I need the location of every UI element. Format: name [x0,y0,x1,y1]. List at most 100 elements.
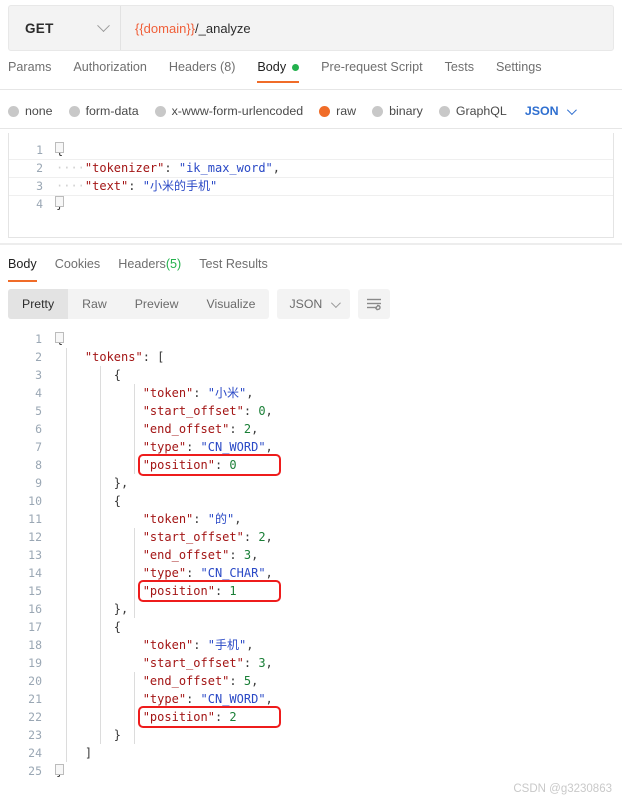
code-token: "end_offset" [142,422,230,436]
response-tab-label: Test Results [199,256,268,271]
code-token: 3 [243,548,252,562]
response-tab-body[interactable]: Body [8,254,37,282]
request-response-divider [0,243,622,245]
chevron-down-icon [566,104,577,115]
response-format-dropdown[interactable]: JSON [277,289,351,319]
code-line: 23 } [8,726,614,744]
response-tab-cookies[interactable]: Cookies [55,254,101,282]
code-text: ····"tokenizer": "ik_max_word", [56,159,280,177]
code-token: "position" [142,584,215,598]
code-text: "token": "小米", [56,384,254,402]
request-tab-authorization[interactable]: Authorization [73,60,147,83]
response-view-visualize[interactable]: Visualize [192,289,269,319]
code-token: "end_offset" [142,548,230,562]
line-number: 7 [35,440,42,454]
line-number: 2 [35,350,42,364]
line-number: 10 [28,494,42,508]
postman-window: GET {{domain}}/_analyze Params Authorizat… [0,0,622,801]
request-tab-body[interactable]: Body [257,60,300,83]
code-token: : [193,512,208,526]
wrap-lines-button[interactable] [358,289,391,319]
response-view-preview[interactable]: Preview [121,289,193,319]
code-line: 16 }, [8,600,614,618]
body-type-radio-none[interactable]: none [8,104,53,118]
response-view-raw[interactable]: Raw [68,289,121,319]
code-line: 24 ] [8,744,614,762]
code-token: 3 [258,656,266,670]
code-token: , [234,512,242,526]
request-tab-tests[interactable]: Tests [445,60,474,83]
body-type-radio-raw[interactable]: raw [319,104,356,118]
request-tab-label: Headers (8) [168,60,236,74]
chevron-down-icon [331,297,342,308]
code-line: 17 { [8,618,614,636]
http-method-dropdown[interactable]: GET [9,6,121,50]
code-token: , [265,566,273,580]
code-token: 2 [258,530,266,544]
radio-dot-icon [154,105,166,117]
body-type-label: form-data [85,104,139,118]
response-tab-count: (5) [165,256,182,271]
code-line: 6 "end_offset": 2, [8,420,614,438]
code-token: "position" [142,458,215,472]
request-tabs: Params Authorization Headers (8) Body Pre-re… [8,60,614,90]
request-body-editor[interactable]: 1{2····"tokenizer": "ik_max_word",3····"… [8,133,614,238]
response-tab-label: Body [8,256,37,271]
code-line: 9 }, [8,474,614,492]
code-fold-marker[interactable] [55,142,64,153]
code-token: "token" [142,638,194,652]
http-method-label: GET [25,20,54,36]
request-tab-pre-request-script[interactable]: Pre-request Script [321,60,423,83]
code-text: }, [56,474,128,492]
code-token: , [251,548,259,562]
code-token: "start_offset" [142,656,244,670]
radio-dot-icon [438,105,450,117]
code-line: 2 "tokens": [ [8,348,614,366]
code-fold-marker[interactable] [55,764,64,775]
request-tab-params[interactable]: Params [8,60,51,83]
code-text: "position": 1 [56,582,237,600]
code-text: "position": 0 [56,456,237,474]
code-token: 0 [258,404,266,418]
code-token: : [229,422,244,436]
code-text: "start_offset": 2, [56,528,273,546]
code-fold-marker[interactable] [55,196,64,207]
body-type-radio-graphql[interactable]: GraphQL [438,104,507,118]
request-url-input[interactable]: {{domain}}/_analyze [121,6,613,50]
code-line: 4} [9,195,613,213]
code-token: } [113,728,122,742]
response-body-viewer[interactable]: 1{2 "tokens": [3 {4 "token": "小米",5 "sta… [8,330,614,780]
request-tab-settings[interactable]: Settings [496,60,542,83]
code-token: "position" [142,710,215,724]
response-tab-test-results[interactable]: Test Results [199,254,268,282]
code-token: "CN_WORD" [200,692,266,706]
line-number: 9 [35,476,42,490]
code-token: "type" [142,440,187,454]
body-type-radio-x-www-form-urlencoded[interactable]: x-www-form-urlencoded [154,104,303,118]
request-tab-headers-8[interactable]: Headers (8) [169,60,236,83]
line-number: 1 [36,143,43,157]
code-text: } [56,726,121,744]
radio-dot-icon [319,105,331,117]
line-number: 4 [36,197,43,211]
body-type-label: binary [389,104,423,118]
code-fold-marker[interactable] [55,332,64,343]
code-text: ] [56,744,92,762]
code-line: 7 "type": "CN_WORD", [8,438,614,456]
response-view-pretty[interactable]: Pretty [8,289,69,319]
request-format-dropdown[interactable]: JSON [525,104,577,118]
code-token: ···· [56,161,85,175]
body-type-radio-form-data[interactable]: form-data [68,104,139,118]
response-tab-headers[interactable]: Headers (5) [118,254,181,282]
response-format-label: JSON [289,297,323,311]
body-type-radio-binary[interactable]: binary [372,104,423,118]
code-token: : [243,530,259,544]
code-token: : [193,638,208,652]
code-token: "的" [207,512,235,526]
